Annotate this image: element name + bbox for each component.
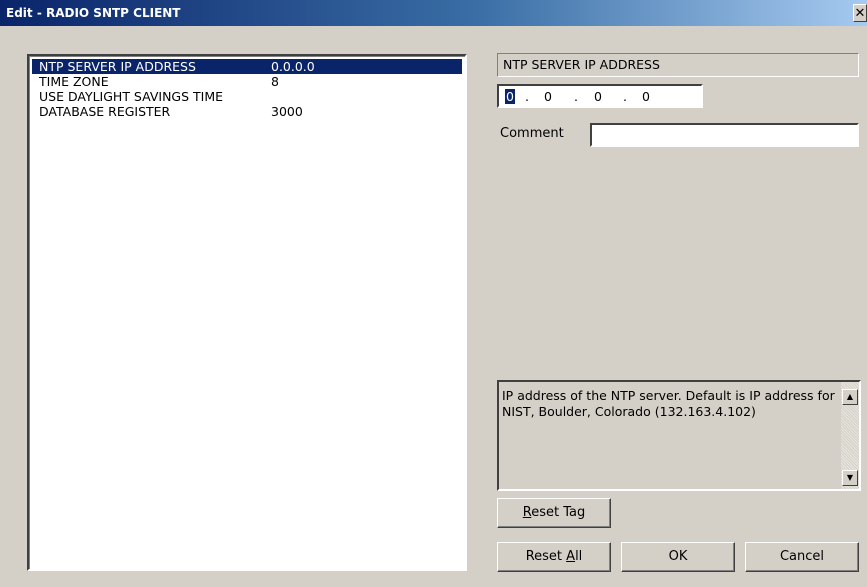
ok-button[interactable]: OK xyxy=(621,542,735,572)
button-accelerator: A xyxy=(566,549,576,564)
ip-address-input[interactable]: 0 . 0 . 0 . 0 xyxy=(497,84,703,108)
ip-dot: . xyxy=(574,89,578,104)
ip-octet-1[interactable]: 0 xyxy=(505,89,515,104)
scroll-up-icon[interactable]: ▲ xyxy=(842,389,858,405)
title-bar: Edit - RADIO SNTP CLIENT ✕ xyxy=(0,0,867,26)
button-label: ll xyxy=(575,549,583,564)
ip-octet-4[interactable]: 0 xyxy=(642,89,650,104)
button-label: Reset xyxy=(525,549,567,564)
cancel-button[interactable]: Cancel xyxy=(745,542,859,572)
button-accelerator: R xyxy=(522,505,532,520)
close-icon[interactable]: ✕ xyxy=(853,4,867,22)
list-item-value: 3000 xyxy=(271,104,303,119)
list-item-label: DATABASE REGISTER xyxy=(39,104,171,119)
list-item-label: NTP SERVER IP ADDRESS xyxy=(39,59,196,74)
ip-octet-3[interactable]: 0 xyxy=(594,89,602,104)
comment-label: Comment xyxy=(500,126,564,141)
button-label: eset Tag xyxy=(531,505,586,520)
selected-field-title: NTP SERVER IP ADDRESS xyxy=(497,53,859,77)
list-item-value: 8 xyxy=(271,74,279,89)
list-item-ntp-server-ip[interactable]: NTP SERVER IP ADDRESS 0.0.0.0 xyxy=(32,59,462,74)
reset-tag-button[interactable]: Reset Tag xyxy=(497,498,611,528)
comment-input[interactable] xyxy=(590,123,859,147)
window-title: Edit - RADIO SNTP CLIENT xyxy=(6,6,181,20)
ip-octet-2[interactable]: 0 xyxy=(544,89,552,104)
description-scrollbar[interactable]: ▲ ▼ xyxy=(841,382,859,489)
list-item-label: USE DAYLIGHT SAVINGS TIME xyxy=(39,89,224,104)
list-item-value: 0.0.0.0 xyxy=(271,59,315,74)
parameter-list[interactable]: NTP SERVER IP ADDRESS 0.0.0.0 TIME ZONE … xyxy=(27,54,467,571)
list-item-database-register[interactable]: DATABASE REGISTER 3000 xyxy=(32,104,462,119)
ip-dot: . xyxy=(525,89,529,104)
reset-all-button[interactable]: Reset All xyxy=(497,542,611,572)
list-item-label: TIME ZONE xyxy=(39,74,109,89)
description-text: IP address of the NTP server. Default is… xyxy=(502,388,835,419)
list-item-time-zone[interactable]: TIME ZONE 8 xyxy=(32,74,462,89)
list-item-daylight-savings[interactable]: USE DAYLIGHT SAVINGS TIME xyxy=(32,89,462,104)
description-box: IP address of the NTP server. Default is… xyxy=(497,380,861,491)
ip-dot: . xyxy=(623,89,627,104)
scroll-down-icon[interactable]: ▼ xyxy=(842,470,858,486)
